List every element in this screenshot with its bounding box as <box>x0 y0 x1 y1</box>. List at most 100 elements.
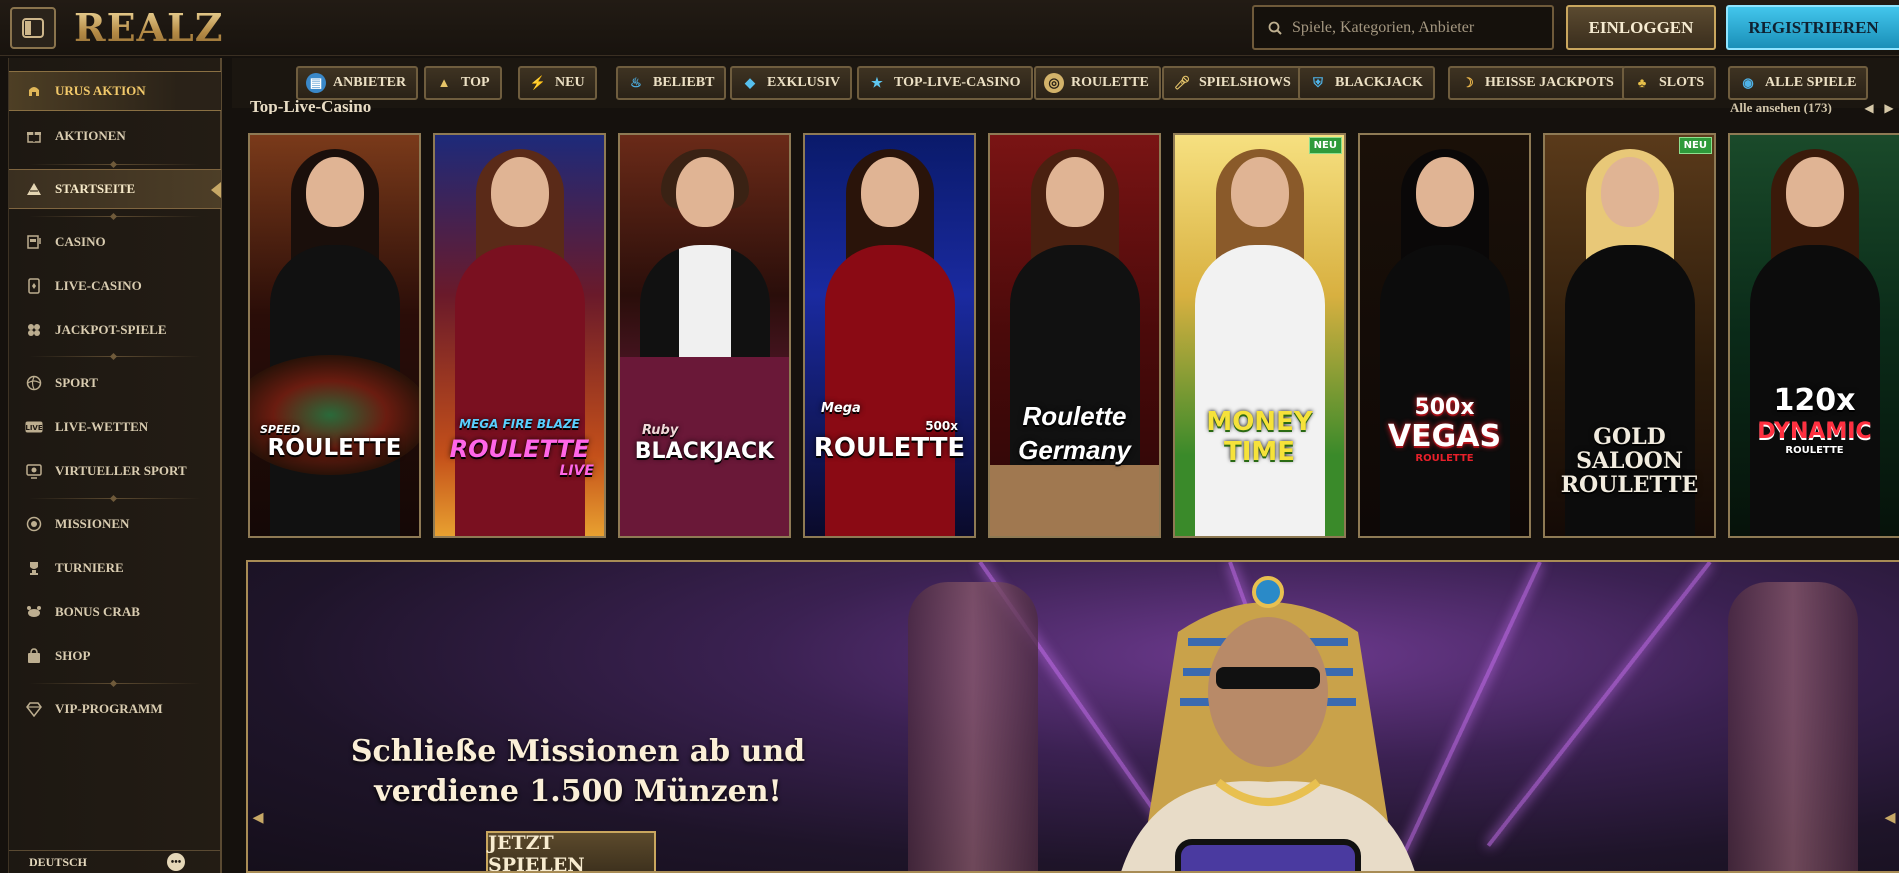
chevron-right-icon: ◂ <box>1884 804 1896 829</box>
star-icon: ★ <box>871 75 883 90</box>
game-card-gold-saloon-roulette[interactable]: NEU GOLD SALOON ROULETTE <box>1543 133 1716 538</box>
search-input[interactable] <box>1292 18 1542 37</box>
chat-icon[interactable]: ••• <box>167 853 185 871</box>
game-subtitle: Ruby <box>642 423 679 438</box>
category-label: NEU <box>555 75 585 90</box>
sidebar-item-virtueller-sport[interactable]: VIRTUELLER SPORT <box>9 451 221 491</box>
sidebar-divider <box>29 216 201 217</box>
sidebar-item-label: SPORT <box>55 375 98 390</box>
category-label: ALLE SPIELE <box>1765 75 1857 90</box>
hero-banner[interactable]: Schließe Missionen ab und verdiene 1.500… <box>246 560 1899 873</box>
sidebar-item-live-casino[interactable]: LIVE-CASINO <box>9 266 221 306</box>
language-selector[interactable]: DEUTSCH <box>29 855 87 870</box>
category-roulette[interactable]: ◎ ROULETTE <box>1034 66 1161 100</box>
sidebar-item-bonus-crab[interactable]: BONUS CRAB <box>9 592 221 632</box>
hero-prev-button[interactable]: ◂ <box>248 798 268 836</box>
sidebar: URUS AKTION AKTIONEN STARTSEITE CASINO L… <box>8 58 222 873</box>
game-title: GOLD SALOON ROULETTE <box>1560 424 1699 498</box>
sidebar-item-jackpot-spiele[interactable]: JACKPOT-SPIELE <box>9 310 221 350</box>
bag-icon <box>25 647 43 665</box>
sidebar-item-missionen[interactable]: MISSIONEN <box>9 504 221 544</box>
sidebar-item-label: TURNIERE <box>55 560 124 575</box>
section-title: Top-Live-Casino <box>250 100 372 114</box>
microphone-icon: 🎤︎ <box>1173 75 1191 90</box>
game-title: BLACKJACK <box>634 439 775 464</box>
svg-text:LIVE: LIVE <box>25 424 42 432</box>
category-exklusiv[interactable]: ◆ EXKLUSIV <box>730 66 853 100</box>
column-decoration <box>1728 582 1858 871</box>
game-subtitle: 500x <box>1414 395 1475 420</box>
search-box[interactable] <box>1252 5 1554 50</box>
sidebar-item-startseite[interactable]: STARTSEITE <box>9 169 221 209</box>
scroll-left-button[interactable]: ◀ <box>1862 101 1876 115</box>
new-badge: NEU <box>1678 137 1712 154</box>
login-button[interactable]: EINLOGGEN <box>1566 5 1716 50</box>
dealer-face <box>305 157 364 227</box>
game-card-money-time[interactable]: NEU MONEY TIME <box>1173 133 1346 538</box>
provider-icon: ▤ <box>306 73 326 93</box>
game-title-extra: LIVE <box>559 463 594 479</box>
target-icon <box>25 515 43 533</box>
cherries-icon: ♣ <box>1637 75 1647 90</box>
play-now-button[interactable]: JETZT SPIELEN <box>486 831 656 871</box>
sidebar-footer: DEUTSCH ••• <box>9 850 221 873</box>
top-bar: REALZ EINLOGGEN REGISTRIEREN <box>0 0 1899 56</box>
category-neu[interactable]: ⚡ NEU <box>518 66 597 100</box>
sidebar-item-vip-programm[interactable]: VIP-PROGRAMM <box>9 689 221 729</box>
sidebar-divider <box>29 683 201 684</box>
category-label: TOP <box>461 75 490 90</box>
dealer-face <box>1785 157 1844 227</box>
sidebar-item-urus-aktion[interactable]: URUS AKTION <box>9 71 221 111</box>
category-slots[interactable]: ♣ SLOTS <box>1622 66 1717 100</box>
clover-icon <box>25 321 43 339</box>
category-top[interactable]: ▲ TOP <box>424 66 502 100</box>
chevron-left-icon: ◀ <box>1864 101 1874 115</box>
register-button[interactable]: REGISTRIEREN <box>1726 5 1899 50</box>
category-spielshows[interactable]: 🎤︎ SPIELSHOWS <box>1162 66 1303 100</box>
game-title: ROULETTE <box>449 435 590 463</box>
crab-icon <box>25 603 43 621</box>
sidebar-toggle-button[interactable] <box>10 7 56 49</box>
sidebar-item-shop[interactable]: SHOP <box>9 636 221 676</box>
category-label: BELIEBT <box>653 75 715 90</box>
game-card-ruby-blackjack[interactable]: Ruby BLACKJACK <box>618 133 791 538</box>
category-anbieter[interactable]: ▤ ANBIETER <box>296 66 419 100</box>
scroll-right-button[interactable]: ▶ <box>1882 101 1896 115</box>
game-card-speed-roulette[interactable]: SPEED ROULETTE <box>248 133 421 538</box>
pharaoh-illustration <box>1121 576 1415 871</box>
category-label: HEISSE JACKPOTS <box>1485 75 1614 90</box>
realz-logo[interactable]: REALZ <box>74 6 224 50</box>
category-top-live-casino[interactable]: ★ TOP-LIVE-CASINO <box>857 66 1033 100</box>
game-title-extra: 500x <box>925 419 958 433</box>
game-card-dynamic-roulette[interactable]: 120x DYNAMIC ROULETTE <box>1728 133 1899 538</box>
chevron-right-icon: ▶ <box>1884 101 1894 115</box>
category-beliebt[interactable]: ♨ BELIEBT <box>616 66 727 100</box>
game-subtitle: MEGA FIRE BLAZE <box>459 417 580 431</box>
sidebar-item-label: STARTSEITE <box>55 181 136 196</box>
dealer-face <box>860 157 919 227</box>
category-alle-spiele[interactable]: ◉ ALLE SPIELE <box>1728 66 1869 100</box>
game-title: DYNAMIC <box>1757 419 1872 444</box>
sidebar-item-live-wetten[interactable]: LIVE LIVE-WETTEN <box>9 407 221 447</box>
flame-icon: ♨ <box>630 75 642 90</box>
category-heisse-jackpots[interactable]: ☽ HEISSE JACKPOTS <box>1448 66 1626 100</box>
game-title: Roulette Germany <box>1018 401 1131 465</box>
game-card-vegas-roulette[interactable]: 500x VEGAS ROULETTE <box>1358 133 1531 538</box>
game-title-extra: ROULETTE <box>1415 453 1474 464</box>
sidebar-item-turniere[interactable]: TURNIERE <box>9 548 221 588</box>
sidebar-item-label: MISSIONEN <box>55 516 130 531</box>
see-all-link[interactable]: Alle ansehen (173) <box>1730 102 1832 114</box>
sidebar-item-casino[interactable]: CASINO <box>9 222 221 262</box>
dealer-face <box>490 157 549 227</box>
game-card-roulette-germany[interactable]: Roulette Germany <box>988 133 1161 538</box>
category-label: EXKLUSIV <box>767 75 841 90</box>
coins-icon: ◉ <box>1742 75 1754 90</box>
game-card-mega-fire-blaze-roulette[interactable]: MEGA FIRE BLAZE ROULETTE LIVE <box>433 133 606 538</box>
category-blackjack[interactable]: ⛨ BLACKJACK <box>1298 66 1435 100</box>
sidebar-item-aktionen[interactable]: AKTIONEN <box>9 116 221 156</box>
sidebar-item-sport[interactable]: SPORT <box>9 363 221 403</box>
game-card-mega-roulette[interactable]: Mega 500x ROULETTE <box>803 133 976 538</box>
category-label: ROULETTE <box>1071 75 1149 90</box>
gift-icon <box>25 127 43 145</box>
hero-next-button[interactable]: ◂ <box>1880 798 1899 836</box>
